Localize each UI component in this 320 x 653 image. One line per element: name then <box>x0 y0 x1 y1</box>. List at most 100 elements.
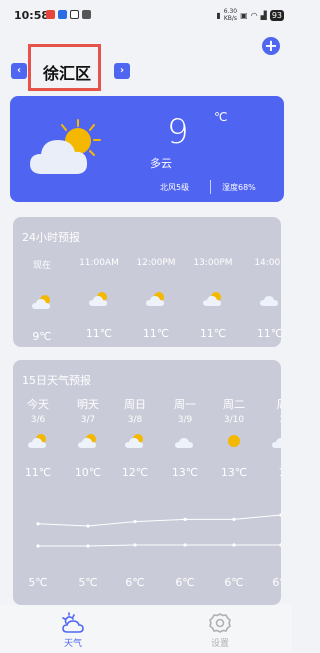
partly-cloudy-icon <box>203 292 221 306</box>
hourly-item: 14:00P 11℃ <box>241 258 281 340</box>
high-temp-line <box>37 514 281 527</box>
daily-day: 明天 <box>77 398 99 411</box>
daily-day: 今天 <box>27 398 49 411</box>
wind-info: 北风5级 <box>160 183 190 192</box>
tab-settings[interactable]: 设置 <box>190 612 250 649</box>
high-temp-point <box>183 517 187 521</box>
sunny-icon <box>228 435 240 447</box>
daily-date: 3 <box>257 415 281 425</box>
hourly-time: 12:00PM <box>136 258 176 268</box>
low-temp-point <box>36 544 40 548</box>
sim-icon: ▣ <box>240 10 248 20</box>
current-temperature: 9 <box>167 112 189 152</box>
daily-high: 10℃ <box>74 466 102 479</box>
low-temp-point <box>279 543 281 547</box>
network-speed: 6.30 KB/s <box>223 8 238 22</box>
low-temp-point <box>232 543 236 547</box>
low-temp-line <box>38 544 281 547</box>
city-name: 徐汇区 <box>43 64 92 83</box>
status-bar: 10:58 ▮ 6.30 KB/s ▣ ◠ ▟ 93 <box>0 0 292 30</box>
low-temp-point <box>86 544 90 548</box>
daily-low: 6℃ <box>224 576 244 589</box>
daily-day: 周 <box>257 396 282 412</box>
daily-high: 13℃ <box>171 466 199 479</box>
hourly-time: 现在 <box>32 261 51 271</box>
hourly-forecast-title: 24小时预报 <box>22 231 80 244</box>
current-condition: 多云 <box>150 157 172 170</box>
current-weather-card: 9 ℃ 多云 北风5级 湿度68% <box>10 96 284 202</box>
high-temp-point <box>232 517 236 521</box>
daily-low: 6℃ <box>175 576 195 589</box>
tab-weather[interactable]: 天气 <box>43 612 103 649</box>
low-temp-point <box>133 543 137 547</box>
daily-item: 周二 3/10 13℃ <box>209 396 259 479</box>
app-notification-icon <box>46 10 55 19</box>
divider <box>210 180 211 194</box>
daily-high: 11℃ <box>24 466 52 479</box>
add-city-button[interactable]: + <box>262 37 280 55</box>
signal-icon: ▟ <box>260 10 267 20</box>
humidity-info: 湿度68% <box>222 183 256 192</box>
weather-tab-icon <box>62 612 84 633</box>
notification-icons <box>46 10 91 19</box>
prev-city-button[interactable]: ‹ <box>11 63 27 79</box>
battery-icon: 93 <box>269 9 284 21</box>
daily-date: 3/8 <box>127 415 143 425</box>
hourly-temp: 11℃ <box>256 327 281 340</box>
daily-low: 6℃ <box>272 576 281 589</box>
status-time: 10:58 <box>14 9 50 22</box>
partly-cloudy-icon <box>125 434 143 448</box>
daily-high: 13℃ <box>220 466 248 479</box>
daily-day: 周日 <box>124 398 146 411</box>
hourly-forecast-card[interactable]: 24小时预报 现在 9℃ 11:00AM 11℃ 12:00PM 11℃ 13:… <box>13 217 281 347</box>
daily-forecast-card[interactable]: 15日天气预报 今天 3/6 11℃ 明天 3/7 10℃ 周日 3/8 12℃… <box>13 360 281 605</box>
daily-high: 12℃ <box>121 466 149 479</box>
high-temp-point <box>279 513 281 517</box>
daily-high: 1 <box>257 466 282 479</box>
partly-cloudy-icon <box>78 434 96 448</box>
cloudy-icon <box>272 438 281 448</box>
hourly-temp: 11℃ <box>85 327 113 340</box>
daily-item: 明天 3/7 10℃ <box>63 396 113 479</box>
high-temp-point <box>36 522 40 526</box>
partly-cloudy-icon <box>146 292 164 306</box>
tab-settings-label: 设置 <box>210 639 229 649</box>
daily-item: 周一 3/9 13℃ <box>160 396 210 479</box>
gear-icon <box>209 613 231 633</box>
hourly-time: 11:00AM <box>79 258 119 268</box>
high-temp-point <box>86 524 90 528</box>
partly-cloudy-icon <box>32 295 50 309</box>
daily-low: 5℃ <box>78 576 98 589</box>
hourly-time: 14:00P <box>254 258 281 268</box>
next-city-button[interactable]: › <box>114 63 130 79</box>
daily-forecast-title: 15日天气预报 <box>22 374 91 387</box>
temperature-unit: ℃ <box>214 110 228 124</box>
daily-low: 5℃ <box>28 576 48 589</box>
hourly-item: 13:00PM 11℃ <box>184 258 242 340</box>
partly-cloudy-icon <box>89 292 107 306</box>
hourly-temp: 9℃ <box>32 330 52 343</box>
daily-low: 6℃ <box>125 576 145 589</box>
temperature-trend-chart <box>36 513 281 548</box>
hourly-temp: 11℃ <box>142 327 170 340</box>
daily-day: 周一 <box>174 398 196 411</box>
wifi-icon: ◠ <box>250 10 258 20</box>
daily-date: 3/7 <box>80 415 96 425</box>
app-notification-icon <box>70 10 79 19</box>
partly-cloudy-icon <box>30 119 101 174</box>
vibrate-icon: ▮ <box>216 10 221 20</box>
cloudy-icon <box>175 438 193 448</box>
daily-item: 周日 3/8 12℃ <box>110 396 160 479</box>
high-temp-point <box>133 520 137 524</box>
hourly-time: 13:00PM <box>193 258 233 268</box>
status-right: ▮ 6.30 KB/s ▣ ◠ ▟ 93 <box>216 8 284 22</box>
app-notification-icon <box>82 10 91 19</box>
bottom-tab-bar: 天气 设置 <box>0 605 292 653</box>
hourly-item: 12:00PM 11℃ <box>127 258 185 340</box>
app-notification-icon <box>58 10 67 19</box>
cloudy-icon <box>260 296 278 306</box>
daily-date: 3/9 <box>177 415 193 425</box>
hourly-temp: 11℃ <box>199 327 227 340</box>
tab-weather-label: 天气 <box>63 639 82 649</box>
daily-date: 3/6 <box>30 415 46 425</box>
